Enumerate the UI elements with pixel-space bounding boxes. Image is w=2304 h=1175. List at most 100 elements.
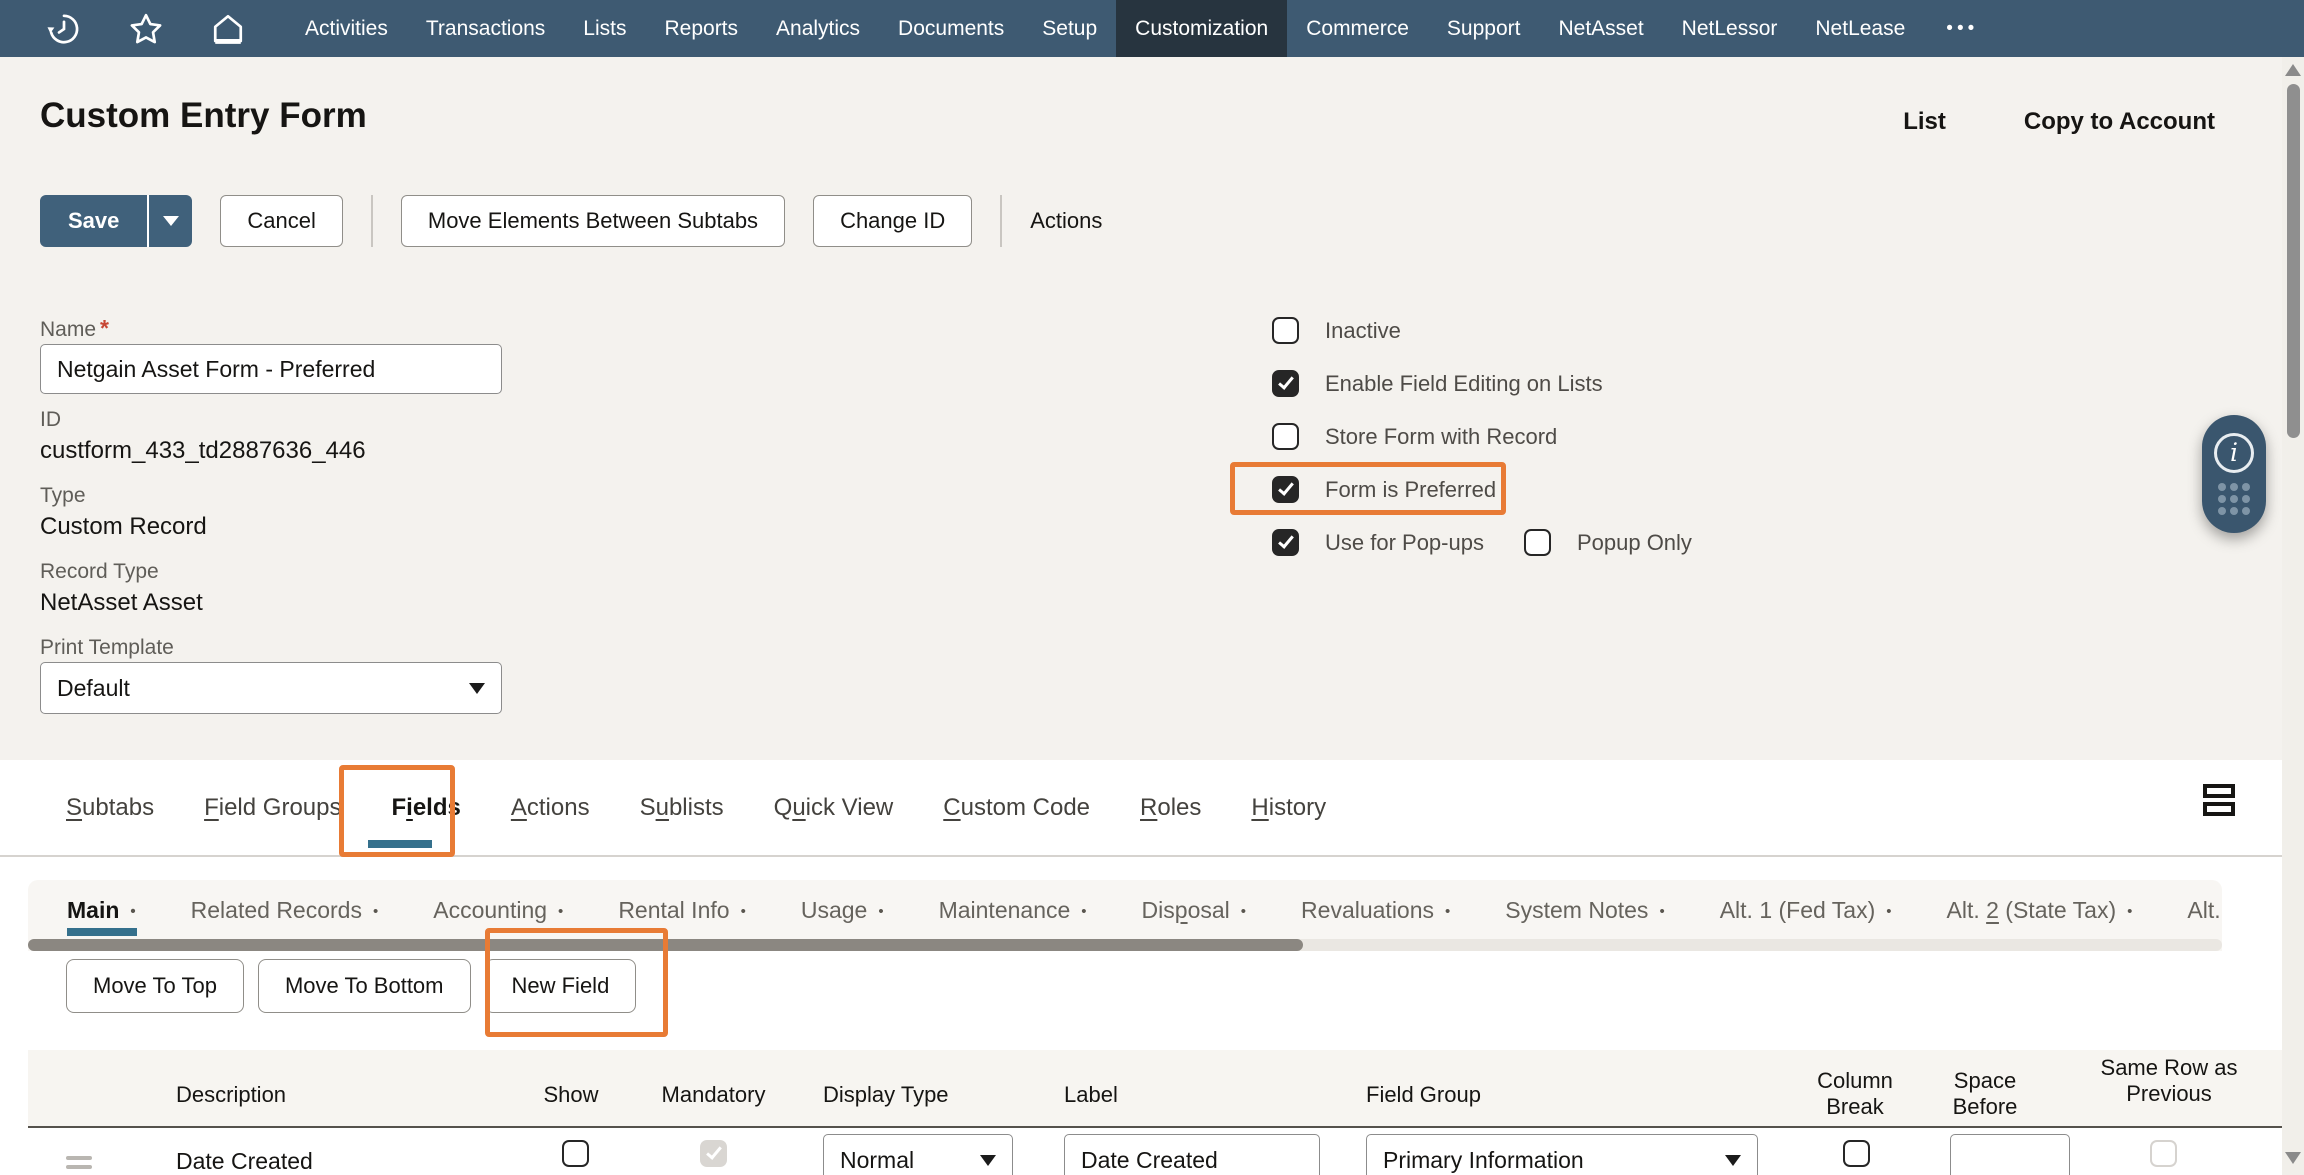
horizontal-scrollbar[interactable] bbox=[28, 939, 2222, 951]
change-id-button[interactable]: Change ID bbox=[813, 195, 972, 247]
subtab-accounting[interactable]: Accounting bbox=[433, 897, 563, 924]
vertical-scrollbar-thumb[interactable] bbox=[2287, 84, 2300, 438]
tab-actions[interactable]: Actions bbox=[511, 794, 590, 822]
history-icon[interactable] bbox=[46, 11, 82, 47]
help-widget[interactable]: i bbox=[2202, 415, 2266, 533]
tabs-bottom-border bbox=[0, 855, 2282, 857]
checkbox-row-store-form: Store Form with Record bbox=[1272, 423, 1557, 450]
row-column-break-checkbox[interactable] bbox=[1843, 1140, 1870, 1167]
row-display-type-select[interactable]: Normal bbox=[823, 1134, 1013, 1175]
dropdown-arrow-icon bbox=[980, 1155, 996, 1166]
nav-item-commerce[interactable]: Commerce bbox=[1287, 0, 1428, 57]
horizontal-scrollbar-thumb[interactable] bbox=[28, 939, 1303, 951]
popup-only-label: Popup Only bbox=[1577, 530, 1692, 556]
tab-subtabs[interactable]: Subtabs bbox=[66, 794, 154, 822]
tab-field-groups[interactable]: Field Groups bbox=[204, 794, 341, 822]
nav-item-netasset[interactable]: NetAsset bbox=[1539, 0, 1662, 57]
row-label-input[interactable]: Date Created bbox=[1064, 1134, 1320, 1175]
cancel-button[interactable]: Cancel bbox=[220, 195, 342, 247]
list-link[interactable]: List bbox=[1903, 108, 1946, 136]
tab-quick-view[interactable]: Quick View bbox=[774, 794, 894, 822]
scroll-down-arrow-icon[interactable] bbox=[2285, 1152, 2301, 1164]
tab-history[interactable]: History bbox=[1251, 794, 1326, 822]
dots-grid-icon[interactable] bbox=[2218, 483, 2250, 515]
subtab-main[interactable]: Main bbox=[67, 897, 136, 924]
subtab-alt-truncated[interactable]: Alt. bbox=[2187, 897, 2222, 924]
subtab-usage[interactable]: Usage bbox=[801, 897, 884, 924]
col-description: Description bbox=[176, 1082, 286, 1108]
enable-field-editing-checkbox[interactable] bbox=[1272, 370, 1299, 397]
type-label: Type bbox=[40, 484, 86, 508]
row-space-before-input[interactable] bbox=[1950, 1134, 2070, 1175]
enable-field-editing-label: Enable Field Editing on Lists bbox=[1325, 371, 1603, 397]
checkmark-icon bbox=[1278, 479, 1294, 496]
subtab-related-records[interactable]: Related Records bbox=[191, 897, 379, 924]
toolbar-divider bbox=[371, 195, 373, 247]
subtab-maintenance[interactable]: Maintenance bbox=[939, 897, 1087, 924]
row-show-checkbox[interactable] bbox=[562, 1140, 589, 1167]
subtab-bar: Main Related Records Accounting Rental I… bbox=[28, 880, 2222, 924]
row-field-group-value: Primary Information bbox=[1383, 1147, 1584, 1174]
stacked-rows-icon[interactable] bbox=[2203, 784, 2235, 820]
dropdown-arrow-icon bbox=[1725, 1155, 1741, 1166]
print-template-select[interactable]: Default bbox=[40, 662, 502, 714]
id-value: custform_433_td2887636_446 bbox=[40, 437, 366, 465]
nav-item-analytics[interactable]: Analytics bbox=[757, 0, 879, 57]
subtab-disposal[interactable]: Disposal bbox=[1142, 897, 1247, 924]
subtab-alt-1-fed-tax[interactable]: Alt. 1 (Fed Tax) bbox=[1720, 897, 1892, 924]
tab-bar: Subtabs Field Groups Fields Actions Subl… bbox=[66, 760, 1326, 855]
subtab-revaluations[interactable]: Revaluations bbox=[1301, 897, 1450, 924]
save-split-button: Save bbox=[40, 195, 192, 247]
nav-item-netlessor[interactable]: NetLessor bbox=[1663, 0, 1797, 57]
store-form-checkbox[interactable] bbox=[1272, 423, 1299, 450]
save-dropdown-button[interactable] bbox=[147, 195, 192, 247]
name-label: Name* bbox=[40, 315, 109, 342]
drag-line bbox=[66, 1165, 92, 1169]
nav-item-support[interactable]: Support bbox=[1428, 0, 1540, 57]
tab-custom-code[interactable]: Custom Code bbox=[943, 794, 1090, 822]
record-type-value: NetAsset Asset bbox=[40, 589, 203, 617]
nav-item-customization[interactable]: Customization bbox=[1116, 0, 1287, 57]
nav-item-lists[interactable]: Lists bbox=[564, 0, 645, 57]
col-mandatory: Mandatory bbox=[651, 1082, 776, 1108]
more-menu-icon[interactable]: ••• bbox=[1924, 0, 2000, 57]
tab-fields[interactable]: Fields bbox=[391, 794, 460, 822]
nav-item-setup[interactable]: Setup bbox=[1023, 0, 1116, 57]
subtab-system-notes[interactable]: System Notes bbox=[1505, 897, 1664, 924]
nav-item-reports[interactable]: Reports bbox=[645, 0, 757, 57]
info-icon[interactable]: i bbox=[2214, 433, 2254, 473]
copy-to-account-link[interactable]: Copy to Account bbox=[2024, 108, 2215, 136]
use-for-popups-checkbox[interactable] bbox=[1272, 529, 1299, 556]
scroll-up-arrow-icon[interactable] bbox=[2285, 64, 2301, 76]
save-button[interactable]: Save bbox=[40, 195, 147, 247]
nav-item-activities[interactable]: Activities bbox=[286, 0, 407, 57]
nav-item-netlease[interactable]: NetLease bbox=[1796, 0, 1924, 57]
required-asterisk: * bbox=[100, 315, 109, 341]
checkbox-row-form-is-preferred: Form is Preferred bbox=[1272, 476, 1496, 503]
nav-item-transactions[interactable]: Transactions bbox=[407, 0, 564, 57]
star-icon[interactable] bbox=[128, 11, 164, 47]
nav-item-documents[interactable]: Documents bbox=[879, 0, 1023, 57]
header-links: List Copy to Account bbox=[1903, 108, 2215, 136]
popup-only-checkbox[interactable] bbox=[1524, 529, 1551, 556]
col-display-type: Display Type bbox=[823, 1082, 949, 1108]
new-field-button[interactable]: New Field bbox=[485, 959, 637, 1013]
home-icon[interactable] bbox=[210, 11, 246, 47]
tab-roles[interactable]: Roles bbox=[1140, 794, 1201, 822]
checkmark-icon bbox=[1278, 532, 1294, 549]
table-header-border bbox=[28, 1126, 2282, 1128]
move-to-top-button[interactable]: Move To Top bbox=[66, 959, 244, 1013]
form-is-preferred-checkbox[interactable] bbox=[1272, 476, 1299, 503]
row-field-group-select[interactable]: Primary Information bbox=[1366, 1134, 1758, 1175]
tab-sublists[interactable]: Sublists bbox=[640, 794, 724, 822]
row-drag-handle[interactable] bbox=[66, 1156, 92, 1174]
inactive-checkbox[interactable] bbox=[1272, 317, 1299, 344]
subtab-alt-2-state-tax[interactable]: Alt. 2 (State Tax) bbox=[1947, 897, 2133, 924]
move-elements-button[interactable]: Move Elements Between Subtabs bbox=[401, 195, 785, 247]
move-to-bottom-button[interactable]: Move To Bottom bbox=[258, 959, 471, 1013]
subtab-rental-info[interactable]: Rental Info bbox=[618, 897, 746, 924]
actions-menu[interactable]: Actions bbox=[1030, 208, 1102, 234]
name-input[interactable]: Netgain Asset Form - Preferred bbox=[40, 344, 502, 394]
col-space-before: Space Before bbox=[1925, 1068, 2045, 1120]
use-for-popups-label: Use for Pop-ups bbox=[1325, 530, 1484, 556]
